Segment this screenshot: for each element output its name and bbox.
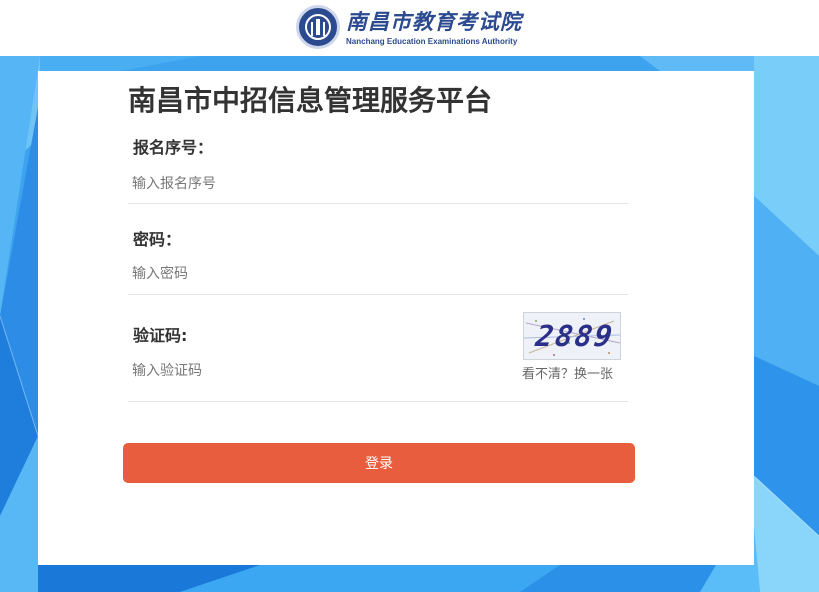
password-input[interactable] [132,261,462,287]
logo-name-cn: 南昌市教育考试院 [346,8,522,34]
divider [128,401,628,402]
registration-number-label: 报名序号： [133,138,214,157]
logo-text: 南昌市教育考试院 Nanchang Education Examinations… [346,9,522,46]
institution-logo: 南昌市教育考试院 Nanchang Education Examinations… [296,2,522,52]
top-header: 南昌市教育考试院 Nanchang Education Examinations… [0,0,819,56]
refresh-captcha-link[interactable]: 看不清？换一张 [522,363,613,382]
login-card: 南昌市中招信息管理服务平台 报名序号： 密码： 验证码: 2889 看不清？换一… [38,71,754,565]
captcha-input[interactable] [132,358,462,384]
captcha-label: 验证码: [133,326,188,345]
captcha-image[interactable]: 2889 [523,312,621,360]
page-title: 南昌市中招信息管理服务平台 [128,84,493,117]
seal-icon [296,5,340,49]
logo-name-en: Nanchang Education Examinations Authorit… [346,36,518,46]
password-label: 密码： [133,230,182,249]
captcha-code: 2889 [533,319,617,353]
divider [128,294,628,295]
registration-number-input[interactable] [132,171,462,197]
divider [128,203,628,204]
login-button[interactable]: 登录 [123,443,635,483]
